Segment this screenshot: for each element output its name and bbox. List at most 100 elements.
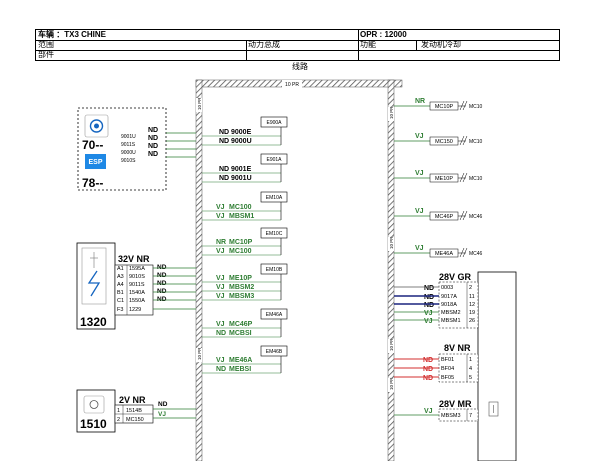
svg-text:B1: B1 <box>117 290 124 296</box>
svg-text:VJ: VJ <box>415 133 424 140</box>
splice-em46b: EM46B VJ ME46A ND MEBSI <box>202 345 288 374</box>
svg-text:19: 19 <box>469 310 475 316</box>
svg-text:BF01: BF01 <box>441 357 454 363</box>
svg-text:ESP: ESP <box>88 159 102 166</box>
splice-em10a: EM10A VJ MC100 VJ MBSM1 <box>202 191 288 221</box>
svg-text:9000U: 9000U <box>121 150 136 156</box>
svg-text:EM46A: EM46A <box>266 312 283 318</box>
svg-text:7: 7 <box>469 413 472 419</box>
svg-text:BF04: BF04 <box>441 366 454 372</box>
svg-text:28V GR: 28V GR <box>439 272 472 282</box>
diagram-title: 线路 <box>292 61 308 71</box>
svg-text:ND: ND <box>216 330 226 337</box>
svg-text:ND: ND <box>219 129 229 136</box>
svg-text:5: 5 <box>469 375 472 381</box>
svg-text:10 PR: 10 PR <box>389 338 394 351</box>
svg-text:MC10: MC10 <box>469 176 483 182</box>
svg-text:9011S: 9011S <box>129 282 145 288</box>
svg-text:MC100: MC100 <box>229 248 252 255</box>
svg-text:VJ: VJ <box>216 321 225 328</box>
svg-text:MEBSI: MEBSI <box>229 366 251 373</box>
svg-text:MC10P: MC10P <box>229 239 253 246</box>
svg-text:9001E: 9001E <box>231 166 252 173</box>
svg-text:VJ: VJ <box>216 275 225 282</box>
svg-text:9000E: 9000E <box>231 129 252 136</box>
svg-text:VJ: VJ <box>424 310 433 317</box>
svg-text:1229: 1229 <box>129 307 141 313</box>
svg-text:ND: ND <box>148 135 158 142</box>
svg-text:MC150: MC150 <box>126 417 144 423</box>
svg-text:A4: A4 <box>117 282 124 288</box>
svg-text:9010S: 9010S <box>129 274 145 280</box>
svg-text:11: 11 <box>469 294 475 300</box>
svg-text:ND: ND <box>157 288 167 295</box>
svg-text:9018A: 9018A <box>441 302 457 308</box>
svg-text:9017A: 9017A <box>441 294 457 300</box>
svg-text:ND: ND <box>148 127 158 134</box>
svg-text:28V MR: 28V MR <box>439 399 472 409</box>
svg-text:ND: ND <box>423 357 433 364</box>
connector-32v-nr: 32V NR <box>118 254 150 264</box>
svg-text:10 PR: 10 PR <box>389 377 394 390</box>
svg-text:VJ: VJ <box>216 204 225 211</box>
svg-text:MC46: MC46 <box>469 251 483 257</box>
splice-e901a: E901A ND 9001E ND 9001U <box>202 153 288 183</box>
svg-text:9001U: 9001U <box>231 175 252 182</box>
component-1510-number: 1510 <box>80 417 107 431</box>
harness-right-bar <box>387 79 395 461</box>
svg-text:VJ: VJ <box>415 170 424 177</box>
svg-text:ND: ND <box>423 375 433 382</box>
svg-text:EM46B: EM46B <box>266 349 283 355</box>
harness-left-bar <box>195 79 203 461</box>
svg-text:VJ: VJ <box>216 357 225 364</box>
svg-text:MBSM1: MBSM1 <box>229 213 254 220</box>
svg-text:MC10P: MC10P <box>435 104 454 110</box>
module-70-number: 70-- <box>82 138 103 152</box>
splice-em46a: EM46A VJ MC46P ND MCBSI <box>202 308 288 338</box>
ground-me46a: VJ ME46A MC46 <box>394 245 483 258</box>
svg-text:MC46: MC46 <box>469 214 483 220</box>
svg-text:EM10A: EM10A <box>266 195 283 201</box>
svg-text:ND: ND <box>158 401 168 408</box>
svg-text:EM10C: EM10C <box>266 231 283 237</box>
svg-text:ND: ND <box>219 138 229 145</box>
svg-text:VJ: VJ <box>424 408 433 415</box>
svg-text:1550A: 1550A <box>129 298 145 304</box>
svg-text:E900A: E900A <box>266 120 282 126</box>
ground-mc150: VJ MC150 MC10 <box>394 133 483 146</box>
svg-text:1595A: 1595A <box>129 266 145 272</box>
svg-text:12: 12 <box>469 302 475 308</box>
svg-text:A3: A3 <box>117 274 124 280</box>
svg-text:ND: ND <box>157 264 167 271</box>
svg-text:1540A: 1540A <box>129 290 145 296</box>
connector-2v-nr: 2V NR <box>119 395 146 405</box>
svg-text:MBSM2: MBSM2 <box>441 310 461 316</box>
svg-text:ND: ND <box>424 294 434 301</box>
svg-text:9001U: 9001U <box>121 134 136 140</box>
svg-text:MCBSI: MCBSI <box>229 330 252 337</box>
svg-text:A1: A1 <box>117 266 124 272</box>
svg-text:MBSM2: MBSM2 <box>229 284 254 291</box>
svg-text:ME46A: ME46A <box>435 251 453 257</box>
bsi-unit <box>477 271 517 461</box>
svg-text:10 PR: 10 PR <box>197 97 202 110</box>
svg-text:NR: NR <box>216 239 226 246</box>
ground-mc46p: VJ MC46P MC46 <box>394 208 483 221</box>
svg-text:1: 1 <box>469 357 472 363</box>
svg-text:BF05: BF05 <box>441 375 454 381</box>
svg-text:MC46P: MC46P <box>435 214 454 220</box>
svg-text:26: 26 <box>469 318 475 324</box>
svg-text:MC150: MC150 <box>435 139 453 145</box>
svg-text:VJ: VJ <box>158 411 166 418</box>
svg-text:ND: ND <box>157 272 167 279</box>
svg-text:VJ: VJ <box>424 318 433 325</box>
module-70-78: 70-- ESP 78-- 9001U 9011S 9000U 9010S ND… <box>77 107 196 191</box>
svg-text:ME46A: ME46A <box>229 357 252 364</box>
svg-text:ND: ND <box>424 285 434 292</box>
svg-text:10 PR: 10 PR <box>197 347 202 360</box>
svg-text:VJ: VJ <box>415 208 424 215</box>
svg-text:9000U: 9000U <box>231 138 252 145</box>
ground-mc10p: NR MC10P MC10 <box>394 98 483 111</box>
svg-text:MC10: MC10 <box>469 139 483 145</box>
svg-text:ND: ND <box>424 302 434 309</box>
